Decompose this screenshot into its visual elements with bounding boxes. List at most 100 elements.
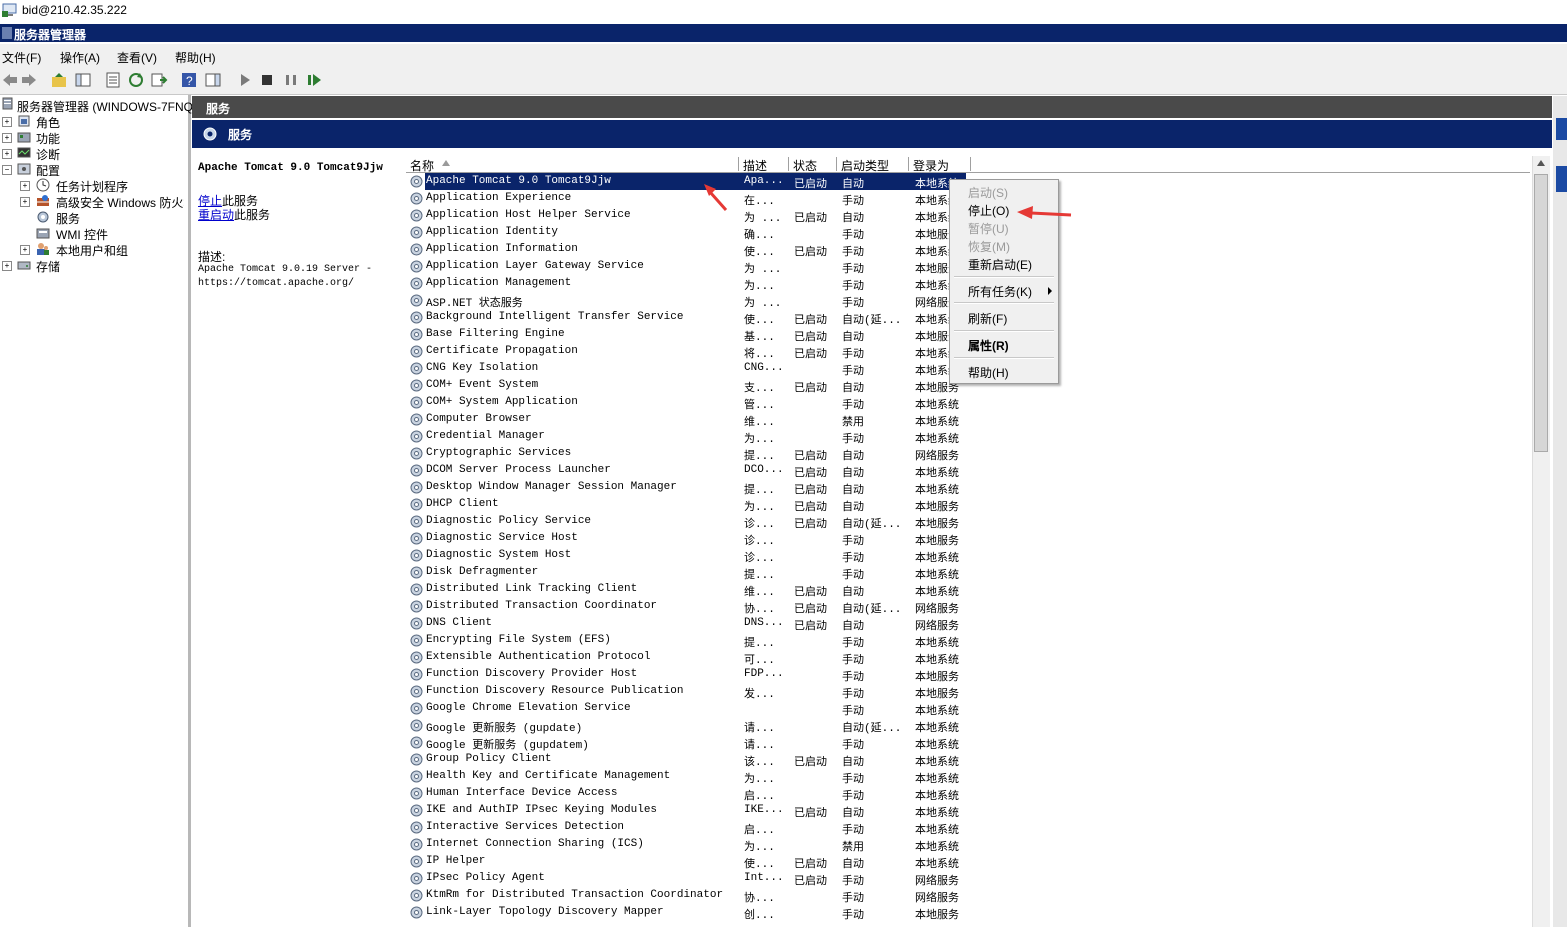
tree-item-config[interactable]: 配置 bbox=[36, 162, 60, 179]
service-row[interactable]: DNS Client DNS... 已启动 自动 网络服务 bbox=[406, 615, 966, 633]
service-row[interactable]: Interactive Services Detection 启... 手动 本地系统 bbox=[406, 819, 966, 837]
scroll-up-icon[interactable] bbox=[1537, 160, 1545, 166]
column-header-name[interactable]: 名称 bbox=[406, 157, 739, 174]
service-row[interactable]: ASP.NET 状态服务为 ... 手动 网络服务 bbox=[406, 292, 966, 310]
service-row[interactable]: Link-Layer Topology Discovery Mapper 创...… bbox=[406, 904, 966, 922]
service-row[interactable]: KtmRm for Distributed Transaction Coordi… bbox=[406, 887, 966, 905]
service-row[interactable]: Function Discovery Resource Publication 发… bbox=[406, 683, 966, 701]
column-header-description[interactable]: 描述 bbox=[739, 157, 789, 174]
service-row[interactable]: IKE and AuthIP IPsec Keying Modules IKE..… bbox=[406, 802, 966, 820]
tree-item-firewall[interactable]: 高级安全 Windows 防火墙 bbox=[56, 194, 184, 211]
vertical-scrollbar[interactable] bbox=[1532, 156, 1550, 927]
refresh-icon[interactable] bbox=[127, 71, 145, 89]
service-row[interactable]: Background Intelligent Transfer Service 使… bbox=[406, 309, 966, 327]
show-action-pane-icon[interactable] bbox=[204, 71, 222, 89]
tree-item-local-users[interactable]: 本地用户和组 bbox=[56, 242, 128, 259]
service-row[interactable]: Base Filtering Engine 基... 已启动 自动 本地服务 bbox=[406, 326, 966, 344]
service-row[interactable]: Application Identity 确... 手动 本地服务 bbox=[406, 224, 966, 242]
service-row[interactable]: Health Key and Certificate Management 为..… bbox=[406, 768, 966, 786]
service-row[interactable]: Diagnostic Service Host 诊... 手动 本地服务 bbox=[406, 530, 966, 548]
forward-icon[interactable] bbox=[20, 71, 38, 89]
tree-item-diagnostics[interactable]: 诊断 bbox=[36, 146, 60, 163]
service-row[interactable]: Human Interface Device Access 启... 手动 本地系统 bbox=[406, 785, 966, 803]
menu-item-restart[interactable]: 重新启动(E) bbox=[968, 256, 1032, 273]
menu-help[interactable]: 帮助(H) bbox=[175, 49, 216, 66]
service-name: Background Intelligent Transfer Service bbox=[426, 311, 684, 323]
menu-item-stop[interactable]: 停止(O) bbox=[968, 202, 1009, 219]
expand-firewall-icon[interactable]: + bbox=[20, 197, 30, 207]
column-header-startup-type[interactable]: 启动类型 bbox=[837, 157, 909, 174]
service-row[interactable]: Application Layer Gateway Service 为 ... 手动… bbox=[406, 258, 966, 276]
scrollbar-thumb[interactable] bbox=[1534, 174, 1548, 452]
stop-service-icon[interactable] bbox=[258, 71, 276, 89]
expand-storage-icon[interactable]: + bbox=[2, 261, 12, 271]
action-pane-tab[interactable] bbox=[1556, 118, 1567, 140]
service-row[interactable]: Computer Browser 维... 禁用 本地系统 bbox=[406, 411, 966, 429]
tree-item-task-scheduler[interactable]: 任务计划程序 bbox=[56, 178, 128, 195]
expand-task-scheduler-icon[interactable]: + bbox=[20, 181, 30, 191]
start-service-icon[interactable] bbox=[236, 71, 254, 89]
column-header-log-on-as[interactable]: 登录为 bbox=[909, 157, 971, 174]
service-row[interactable]: Application Host Helper Service 为 ... 已启动 自… bbox=[406, 207, 966, 225]
restart-service-icon[interactable] bbox=[305, 71, 323, 89]
show-tree-icon[interactable] bbox=[74, 71, 92, 89]
back-icon[interactable] bbox=[1, 71, 19, 89]
service-row[interactable]: Credential Manager 为... 手动 本地系统 bbox=[406, 428, 966, 446]
service-row[interactable]: Apache Tomcat 9.0 Tomcat9Jjw Apa... 已启动 自动本… bbox=[406, 173, 966, 191]
service-row[interactable]: Application Experience 在... 手动 本地系统 bbox=[406, 190, 966, 208]
service-row[interactable]: Diagnostic System Host 诊... 手动 本地系统 bbox=[406, 547, 966, 565]
service-row[interactable]: Desktop Window Manager Session Manager 提.… bbox=[406, 479, 966, 497]
service-status: 已启动 bbox=[794, 502, 827, 514]
service-row[interactable]: Encrypting File System (EFS) 提... 手动 本地系统 bbox=[406, 632, 966, 650]
tree-root[interactable]: 服务器管理器 (WINDOWS-7FNQGV bbox=[17, 98, 210, 115]
service-row[interactable]: Internet Connection Sharing (ICS) 为... 禁用 本… bbox=[406, 836, 966, 854]
service-row[interactable]: Group Policy Client 该... 已启动 自动 本地系统 bbox=[406, 751, 966, 769]
service-row[interactable]: Google 更新服务 (gupdate) 请... 自动(延... 本地系统 bbox=[406, 717, 966, 735]
menu-file[interactable]: 文件(F) bbox=[2, 49, 41, 66]
service-row[interactable]: Diagnostic Policy Service 诊... 已启动 自动(延... 本… bbox=[406, 513, 966, 531]
collapse-config-icon[interactable]: − bbox=[2, 165, 12, 175]
service-row[interactable]: Certificate Propagation 将... 已启动 手动 本地系统 bbox=[406, 343, 966, 361]
restart-service-link[interactable]: 重启动 bbox=[198, 208, 234, 222]
service-row[interactable]: DCOM Server Process Launcher DCO... 已启动 自动 本… bbox=[406, 462, 966, 480]
expand-diagnostics-icon[interactable]: + bbox=[2, 149, 12, 159]
service-row[interactable]: Application Information 使... 已启动 手动 本地系统 bbox=[406, 241, 966, 259]
service-row[interactable]: Distributed Transaction Coordinator 协... 已… bbox=[406, 598, 966, 616]
service-row[interactable]: DHCP Client 为... 已启动 自动 本地服务 bbox=[406, 496, 966, 514]
menu-item-all-tasks[interactable]: 所有任务(K) bbox=[968, 283, 1032, 300]
service-row[interactable]: CNG Key Isolation CNG... 手动 本地系统 bbox=[406, 360, 966, 378]
tree-item-services[interactable]: 服务 bbox=[56, 210, 80, 227]
help-icon[interactable]: ? bbox=[180, 71, 198, 89]
column-header-status[interactable]: 状态 bbox=[789, 157, 837, 174]
expand-roles-icon[interactable]: + bbox=[2, 117, 12, 127]
service-row[interactable]: Application Management 为... 手动 本地系统 bbox=[406, 275, 966, 293]
service-row[interactable]: COM+ Event System 支... 已启动 自动 本地服务 bbox=[406, 377, 966, 395]
menu-action[interactable]: 操作(A) bbox=[60, 49, 100, 66]
service-row[interactable]: Google 更新服务 (gupdatem) 请... 手动 本地系统 bbox=[406, 734, 966, 752]
service-row[interactable]: IPsec Policy Agent Int... 已启动 手动 网络服务 bbox=[406, 870, 966, 888]
tree-item-features[interactable]: 功能 bbox=[36, 130, 60, 147]
service-status: 已启动 bbox=[794, 332, 827, 344]
menu-item-properties[interactable]: 属性(R) bbox=[968, 337, 1009, 354]
service-row[interactable]: Cryptographic Services 提... 已启动 自动 网络服务 bbox=[406, 445, 966, 463]
up-folder-icon[interactable] bbox=[50, 71, 68, 89]
menu-item-refresh[interactable]: 刷新(F) bbox=[968, 310, 1007, 327]
service-row[interactable]: Extensible Authentication Protocol 可... 手动… bbox=[406, 649, 966, 667]
tree-item-wmi[interactable]: WMI 控件 bbox=[56, 226, 108, 243]
tree-item-roles[interactable]: 角色 bbox=[36, 114, 60, 131]
export-list-icon[interactable] bbox=[150, 71, 168, 89]
service-row[interactable]: Distributed Link Tracking Client 维... 已启动 自… bbox=[406, 581, 966, 599]
expand-features-icon[interactable]: + bbox=[2, 133, 12, 143]
service-row[interactable]: Function Discovery Provider Host FDP... 手动… bbox=[406, 666, 966, 684]
menu-item-help[interactable]: 帮助(H) bbox=[968, 364, 1009, 381]
menu-view[interactable]: 查看(V) bbox=[117, 49, 157, 66]
pause-service-icon[interactable] bbox=[282, 71, 300, 89]
service-row[interactable]: Google Chrome Elevation Service 手动 本地系统 bbox=[406, 700, 966, 718]
service-row[interactable]: COM+ System Application 管... 手动 本地系统 bbox=[406, 394, 966, 412]
expand-local-users-icon[interactable]: + bbox=[20, 245, 30, 255]
service-row[interactable]: Disk Defragmenter 提... 手动 本地系统 bbox=[406, 564, 966, 582]
action-pane-tab[interactable] bbox=[1556, 166, 1567, 192]
service-row[interactable]: IP Helper 使... 已启动 自动 本地系统 bbox=[406, 853, 966, 871]
tree-item-storage[interactable]: 存储 bbox=[36, 258, 60, 275]
properties-icon[interactable] bbox=[104, 71, 122, 89]
